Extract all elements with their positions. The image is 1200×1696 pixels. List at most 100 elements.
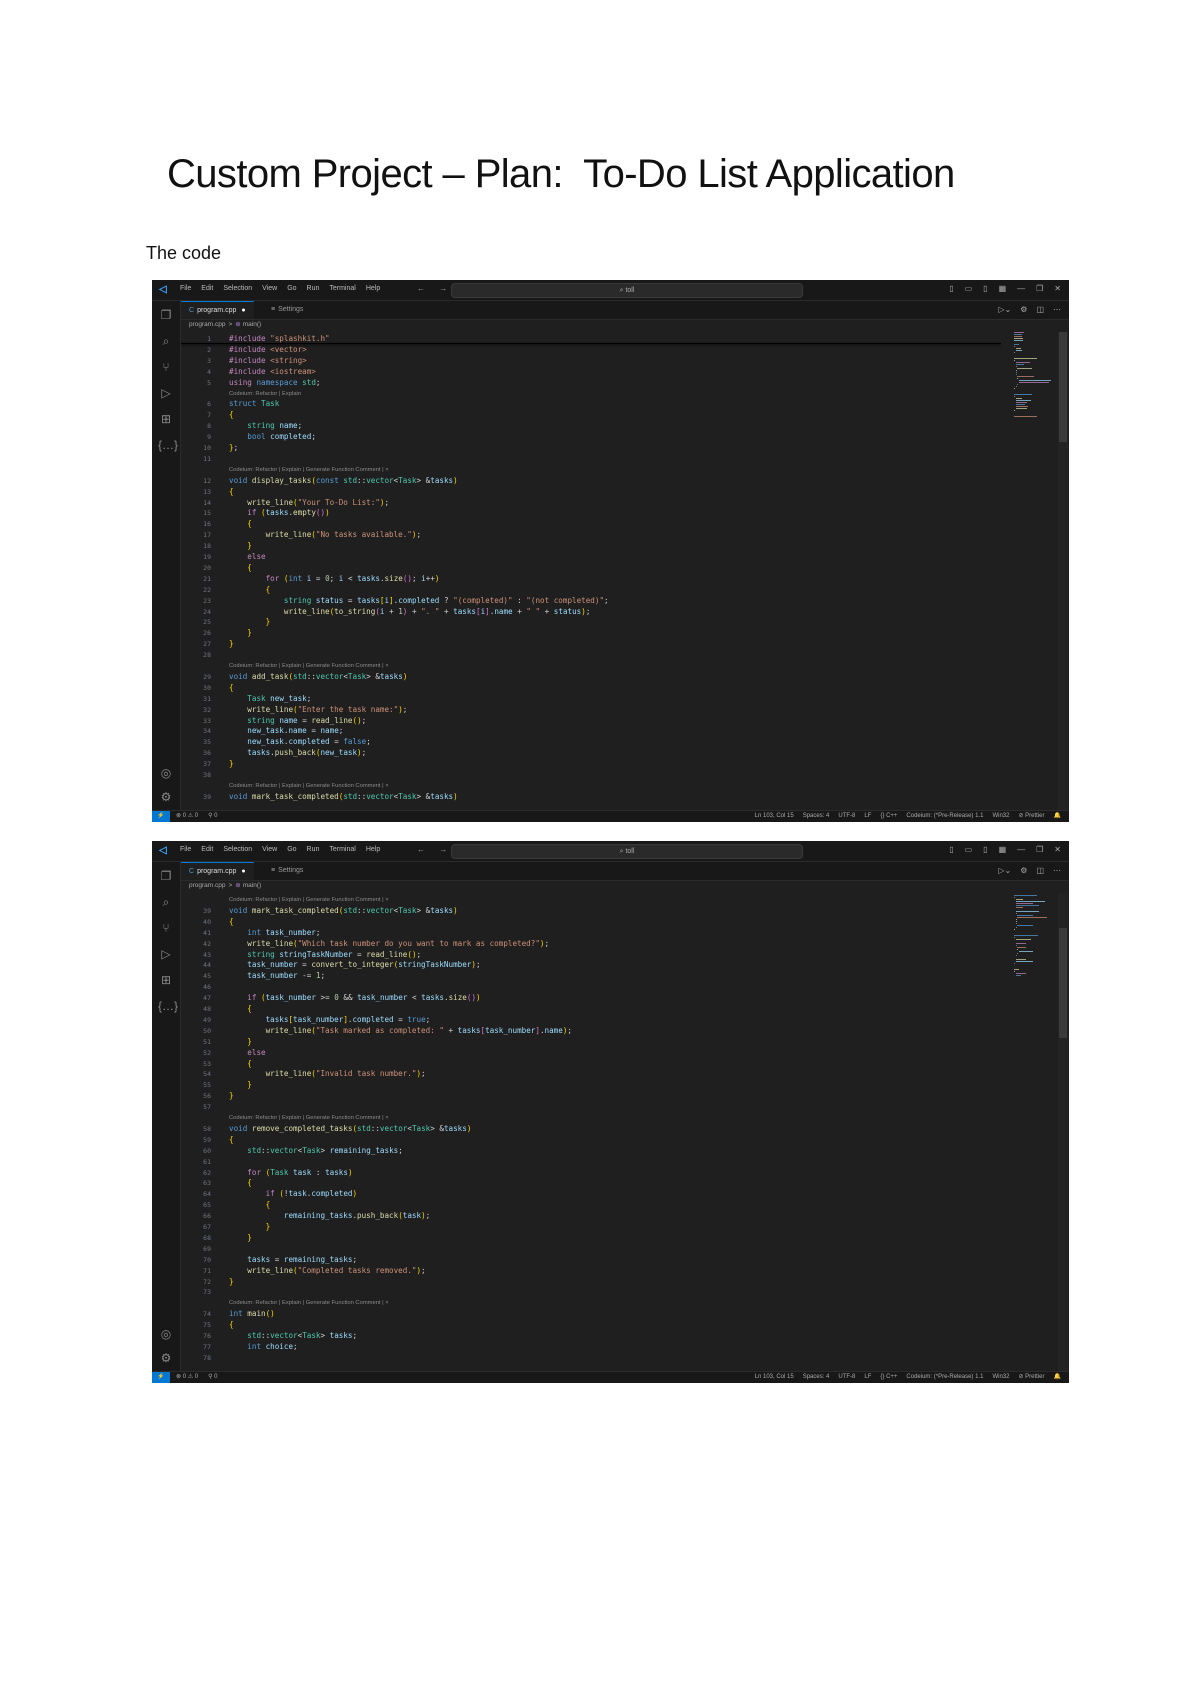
- restore-button[interactable]: ❐: [1036, 845, 1043, 854]
- codeium-status[interactable]: Codeium: (*Pre-Release) 1.1: [906, 1372, 983, 1383]
- menu-item-view[interactable]: View: [262, 285, 277, 292]
- tab-settings[interactable]: ≡ Settings: [263, 301, 311, 319]
- indentation[interactable]: Spaces: 4: [803, 1372, 830, 1383]
- minimize-button[interactable]: —: [1017, 845, 1025, 854]
- vertical-scrollbar[interactable]: [1058, 893, 1068, 1372]
- restore-button[interactable]: ❐: [1036, 284, 1043, 293]
- command-center-search[interactable]: ⌕ toll: [451, 844, 803, 859]
- scrollbar-thumb[interactable]: [1059, 332, 1067, 442]
- codeium-settings-icon[interactable]: ⚙: [1020, 305, 1027, 314]
- split-editor-icon[interactable]: ◫: [1036, 866, 1044, 875]
- customize-layout-icon[interactable]: ▦: [999, 284, 1007, 293]
- ports-count[interactable]: ⚲ 0: [208, 811, 217, 822]
- unsaved-dot-icon[interactable]: ●: [241, 868, 245, 875]
- menu-item-run[interactable]: Run: [307, 846, 320, 853]
- codeium-icon[interactable]: {…}: [158, 437, 178, 453]
- scrollbar-thumb[interactable]: [1059, 928, 1067, 1038]
- encoding[interactable]: UTF-8: [838, 1372, 855, 1383]
- minimap[interactable]: [1014, 893, 1054, 1372]
- breadcrumb-file[interactable]: program.cpp: [189, 882, 226, 889]
- menu-item-file[interactable]: File: [180, 285, 191, 292]
- settings-gear-icon[interactable]: ⚙: [158, 1350, 174, 1366]
- prettier-status[interactable]: ⊘ Prettier: [1018, 811, 1044, 822]
- line-ending[interactable]: LF: [864, 811, 871, 822]
- remote-indicator-icon[interactable]: ⚡: [152, 1372, 170, 1383]
- toggle-secondary-sidebar-icon[interactable]: ▯: [983, 845, 987, 854]
- run-debug-icon[interactable]: ▷: [158, 946, 174, 962]
- more-actions-icon[interactable]: ⋯: [1053, 866, 1061, 875]
- toggle-sidebar-icon[interactable]: ▯: [949, 284, 953, 293]
- navigation-arrows[interactable]: ← →: [417, 284, 453, 293]
- toggle-sidebar-icon[interactable]: ▯: [949, 845, 953, 854]
- toggle-secondary-sidebar-icon[interactable]: ▯: [983, 284, 987, 293]
- menu-item-go[interactable]: Go: [287, 846, 296, 853]
- run-debug-icon[interactable]: ▷: [158, 385, 174, 401]
- source-control-icon[interactable]: ⑂: [158, 920, 174, 936]
- tab-program-cpp[interactable]: Cprogram.cpp ●: [181, 862, 254, 880]
- menu-item-edit[interactable]: Edit: [201, 846, 213, 853]
- search-icon[interactable]: ⌕: [158, 333, 174, 349]
- codeium-settings-icon[interactable]: ⚙: [1020, 866, 1027, 875]
- toggle-panel-icon[interactable]: ▭: [965, 284, 973, 293]
- tab-settings[interactable]: ≡ Settings: [263, 862, 311, 880]
- indentation[interactable]: Spaces: 4: [803, 811, 830, 822]
- menu-item-go[interactable]: Go: [287, 285, 296, 292]
- tab-program-cpp[interactable]: Cprogram.cpp ●: [181, 301, 254, 319]
- menu-item-help[interactable]: Help: [366, 846, 380, 853]
- code-editor[interactable]: Codeium: Refactor | Explain | Generate F…: [181, 893, 1001, 1372]
- account-icon[interactable]: ◎: [158, 765, 174, 781]
- menu-item-selection[interactable]: Selection: [223, 846, 252, 853]
- menu-item-terminal[interactable]: Terminal: [329, 285, 355, 292]
- codeium-codelens[interactable]: Codeium: Refactor | Explain: [229, 389, 301, 400]
- extensions-icon[interactable]: ⊞: [158, 411, 174, 427]
- settings-gear-icon[interactable]: ⚙: [158, 789, 174, 805]
- prettier-status[interactable]: ⊘ Prettier: [1018, 1372, 1044, 1383]
- menu-item-terminal[interactable]: Terminal: [329, 846, 355, 853]
- line-ending[interactable]: LF: [864, 1372, 871, 1383]
- files-icon[interactable]: ❐: [158, 307, 174, 323]
- notifications-bell-icon[interactable]: 🔔: [1054, 811, 1061, 822]
- menu-item-run[interactable]: Run: [307, 285, 320, 292]
- language-mode[interactable]: {} C++: [880, 1372, 897, 1383]
- close-button[interactable]: ✕: [1054, 284, 1061, 293]
- codeium-icon[interactable]: {…}: [158, 998, 178, 1014]
- cursor-position[interactable]: Ln 103, Col 15: [755, 811, 794, 822]
- toggle-panel-icon[interactable]: ▭: [965, 845, 973, 854]
- codeium-codelens[interactable]: Codeium: Refactor | Explain | Generate F…: [229, 465, 389, 476]
- more-actions-icon[interactable]: ⋯: [1053, 305, 1061, 314]
- files-icon[interactable]: ❐: [158, 868, 174, 884]
- cursor-position[interactable]: Ln 103, Col 15: [755, 1372, 794, 1383]
- search-icon[interactable]: ⌕: [158, 894, 174, 910]
- minimize-button[interactable]: —: [1017, 284, 1025, 293]
- command-center-search[interactable]: ⌕ toll: [451, 283, 803, 298]
- notifications-bell-icon[interactable]: 🔔: [1054, 1372, 1061, 1383]
- close-button[interactable]: ✕: [1054, 845, 1061, 854]
- remote-indicator-icon[interactable]: ⚡: [152, 811, 170, 822]
- vertical-scrollbar[interactable]: [1058, 332, 1068, 811]
- breadcrumb-symbol[interactable]: main(): [243, 882, 261, 889]
- problems-count[interactable]: ⊗ 0 ⚠ 0: [176, 1372, 198, 1383]
- menu-item-file[interactable]: File: [180, 846, 191, 853]
- codeium-status[interactable]: Codeium: (*Pre-Release) 1.1: [906, 811, 983, 822]
- breadcrumb-file[interactable]: program.cpp: [189, 321, 226, 328]
- run-dropdown-icon[interactable]: ▷⌄: [998, 866, 1011, 875]
- menu-item-edit[interactable]: Edit: [201, 285, 213, 292]
- codeium-codelens[interactable]: Codeium: Refactor | Explain | Generate F…: [229, 895, 389, 906]
- code-editor[interactable]: 1 #include "splashkit.h" 2 #include <vector…: [181, 332, 1001, 811]
- ports-count[interactable]: ⚲ 0: [208, 1372, 217, 1383]
- platform[interactable]: Win32: [992, 811, 1009, 822]
- language-mode[interactable]: {} C++: [880, 811, 897, 822]
- extensions-icon[interactable]: ⊞: [158, 972, 174, 988]
- codeium-codelens[interactable]: Codeium: Refactor | Explain | Generate F…: [229, 661, 389, 672]
- minimap[interactable]: [1014, 332, 1054, 811]
- run-dropdown-icon[interactable]: ▷⌄: [998, 305, 1011, 314]
- breadcrumb-symbol[interactable]: main(): [243, 321, 261, 328]
- customize-layout-icon[interactable]: ▦: [999, 845, 1007, 854]
- menu-item-view[interactable]: View: [262, 846, 277, 853]
- codeium-codelens[interactable]: Codeium: Refactor | Explain | Generate F…: [229, 781, 389, 792]
- codeium-codelens[interactable]: Codeium: Refactor | Explain | Generate F…: [229, 1298, 389, 1309]
- unsaved-dot-icon[interactable]: ●: [241, 307, 245, 314]
- navigation-arrows[interactable]: ← →: [417, 845, 453, 854]
- account-icon[interactable]: ◎: [158, 1326, 174, 1342]
- split-editor-icon[interactable]: ◫: [1036, 305, 1044, 314]
